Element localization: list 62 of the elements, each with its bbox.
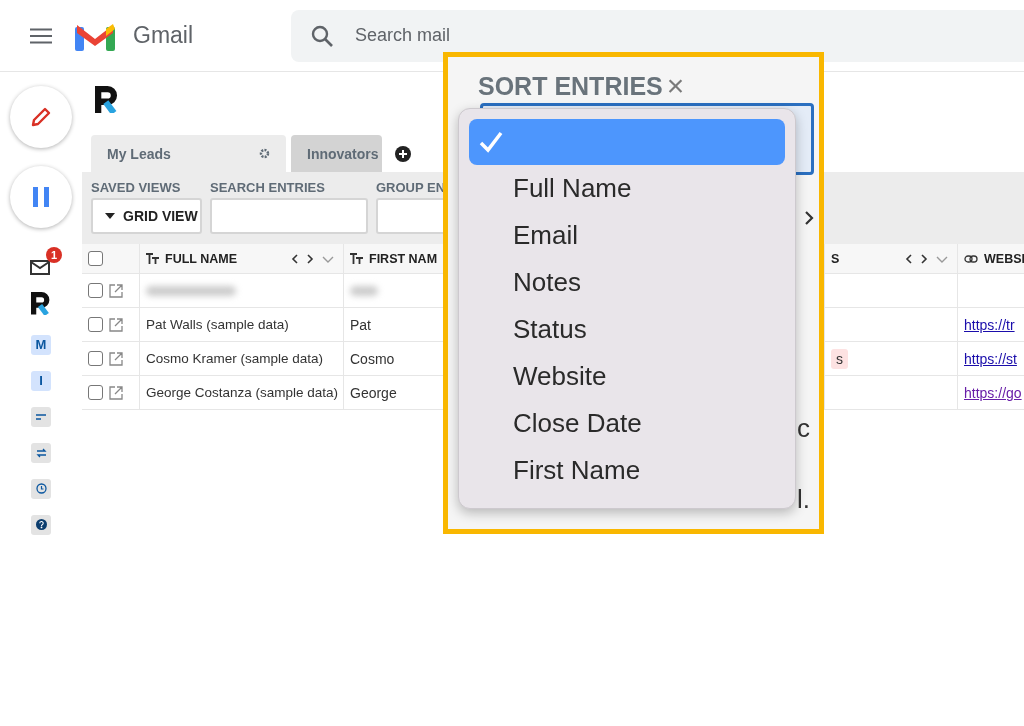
column-header: S	[831, 251, 841, 266]
settings-icon[interactable]	[259, 148, 270, 159]
column-header: WEBSI	[984, 251, 1024, 266]
saved-views-dropdown[interactable]: GRID VIEW	[91, 198, 202, 234]
tab[interactable]: Innovators	[291, 135, 382, 172]
search-field[interactable]: Search mail	[353, 24, 1024, 47]
tab[interactable]: My Leads	[91, 135, 286, 172]
menu-option[interactable]: Notes	[469, 259, 785, 306]
open-record-icon[interactable]	[109, 317, 123, 332]
menu-option[interactable]: Email	[469, 212, 785, 259]
field-label: SAVED VIEWS	[91, 180, 182, 195]
panel-title: SORT ENTRIES	[478, 71, 663, 101]
text-type-icon	[350, 253, 363, 264]
search-entries-field[interactable]	[210, 198, 368, 234]
status-tag: s	[831, 348, 848, 369]
link-icon	[964, 254, 978, 263]
column-header: FULL NAME	[165, 251, 238, 266]
column-header: FIRST NAM	[369, 251, 439, 266]
chevron-right-icon	[805, 211, 814, 225]
checkbox[interactable]	[88, 251, 103, 266]
add-tab-icon[interactable]	[395, 145, 411, 162]
open-record-icon[interactable]	[109, 351, 123, 366]
app-tile[interactable]: M	[31, 334, 51, 355]
app-logo	[31, 292, 51, 315]
app-name: Gmail	[133, 22, 194, 49]
website-link[interactable]: https://go	[964, 384, 1022, 401]
repeat-icon[interactable]	[31, 442, 51, 463]
lines-icon[interactable]	[31, 406, 51, 427]
search-bar[interactable]: Search mail	[291, 9, 1024, 62]
checkbox[interactable]	[88, 385, 103, 400]
check-icon	[479, 131, 503, 153]
pause-button[interactable]	[10, 166, 72, 228]
open-record-icon[interactable]	[109, 283, 123, 298]
blurred-text	[350, 285, 378, 296]
field-label: SEARCH ENTRIES	[210, 180, 326, 195]
menu-option[interactable]: Full Name	[469, 165, 785, 212]
help-icon[interactable]	[31, 514, 51, 535]
table-cell: Pat Walls (sample data)	[139, 308, 343, 342]
menu-option[interactable]: First Name	[469, 447, 785, 494]
text-type-icon	[146, 253, 159, 264]
table-cell: George Costanza (sample data)	[139, 376, 343, 410]
cropped-text: l.	[797, 484, 810, 515]
open-record-icon[interactable]	[109, 385, 123, 400]
clock-icon[interactable]	[31, 478, 51, 499]
mail-icon[interactable]	[30, 258, 52, 276]
close-button[interactable]: ×	[666, 71, 685, 101]
compose-button[interactable]	[10, 86, 72, 148]
menu-icon[interactable]	[30, 27, 52, 44]
website-link[interactable]: https://tr	[964, 316, 1015, 333]
caret-icon	[105, 213, 115, 219]
cropped-text: c	[797, 413, 810, 444]
app-tile[interactable]: I	[31, 370, 51, 391]
pause-icon	[33, 187, 49, 207]
checkbox[interactable]	[88, 351, 103, 366]
pencil-icon	[30, 106, 52, 128]
app-logo	[95, 86, 119, 113]
table-cell: Cosmo Kramer (sample data)	[139, 342, 343, 376]
checkbox[interactable]	[88, 317, 103, 332]
unread-badge: 1	[46, 247, 62, 263]
website-link[interactable]: https://st	[964, 350, 1017, 367]
checkbox[interactable]	[88, 283, 103, 298]
search-icon	[311, 24, 333, 47]
